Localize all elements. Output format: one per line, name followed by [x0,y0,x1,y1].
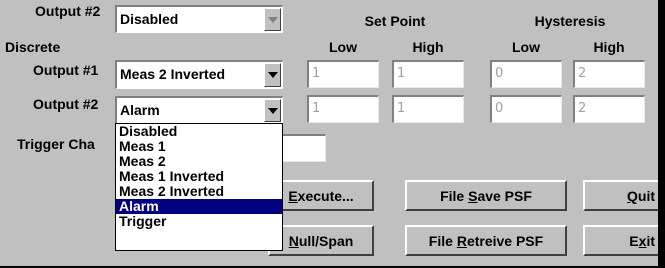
output-2-value: Alarm [120,102,160,118]
dropdown-option[interactable]: Meas 2 Inverted [116,184,282,199]
top-output-combo[interactable]: Disabled [115,5,283,33]
chevron-down-icon [267,72,278,78]
exit-button[interactable]: Ex it [583,225,658,256]
dropdown-option[interactable]: Meas 2 [116,154,282,169]
exit-hotkey: x [638,232,647,249]
quit-button[interactable]: Quit [583,180,658,211]
file-retrieve-psf-button[interactable]: File Retreive PSF [405,225,567,256]
discrete-section-label: Discrete [5,39,61,55]
hysteresis-header: Hysteresis [534,13,606,29]
output-1-value: Meas 2 Inverted [120,66,226,82]
psf-settings-window: Output #2 Disabled Set Point Hysteresis … [0,0,661,266]
file-save-hotkey: S [468,187,478,204]
trigger-channel-label: Trigger Cha [17,136,95,152]
dropdown-option[interactable]: Meas 1 Inverted [116,169,282,184]
output-1-combo[interactable]: Meas 2 Inverted [115,60,283,89]
file-save-psf-button[interactable]: File Save PSF [405,180,567,211]
top-output-value: Disabled [120,11,179,27]
output-1-sp-high-field[interactable]: 1 [392,60,464,88]
exit-text-post: it [646,232,655,249]
output-2-sp-low-field[interactable]: 1 [307,95,379,123]
dropdown-option[interactable]: Trigger [116,214,282,229]
dropdown-option-selected[interactable]: Alarm [116,199,282,214]
output-2-hy-high-field[interactable]: 2 [573,95,645,123]
execute-button-text-post: xecute... [297,187,354,204]
file-save-text-post: ave PSF [477,187,532,204]
output-2-dropdown-list[interactable]: Disabled Meas 1 Meas 2 Meas 1 Inverted M… [115,123,283,251]
output-1-hy-low-field[interactable]: 0 [490,60,562,88]
top-output-dropdown-button[interactable] [264,8,281,31]
execute-button-hotkey: E [288,187,298,204]
null-span-text-post: ull/Span [298,232,354,249]
file-save-text-pre: File [440,187,469,204]
output-2-hy-low-field[interactable]: 0 [490,95,562,123]
sp-high-header: High [412,39,444,55]
output-2-sp-high-field[interactable]: 1 [392,95,464,123]
execute-button[interactable]: Execute... [268,180,374,211]
output-1-label: Output #1 [33,62,99,78]
file-retrieve-text-pre: File [428,232,457,249]
dropdown-option[interactable]: Disabled [116,124,282,139]
dropdown-option[interactable]: Meas 1 [116,139,282,154]
chevron-down-icon [267,107,278,114]
quit-hotkey: Q [627,187,638,204]
quit-text-post: uit [637,187,655,204]
output-2-combo[interactable]: Alarm [115,96,283,124]
output-1-hy-high-field[interactable]: 2 [573,60,645,88]
sp-low-header: Low [329,39,357,55]
null-span-button[interactable]: Null/Span [268,225,374,256]
hy-high-header: High [593,39,625,55]
output-1-sp-low-field[interactable]: 1 [307,60,379,88]
top-output-label: Output #2 [35,3,101,19]
file-retrieve-text-post: etreive PSF [466,232,544,249]
chevron-down-icon [267,16,278,23]
output-2-label: Output #2 [33,96,99,112]
hy-low-header: Low [512,39,540,55]
null-span-hotkey: N [288,232,299,249]
output-1-dropdown-button[interactable] [264,63,281,87]
output-2-dropdown-button[interactable] [264,99,281,122]
set-point-header: Set Point [364,13,426,29]
file-retrieve-hotkey: R [456,232,467,249]
exit-text-pre: E [629,232,639,249]
